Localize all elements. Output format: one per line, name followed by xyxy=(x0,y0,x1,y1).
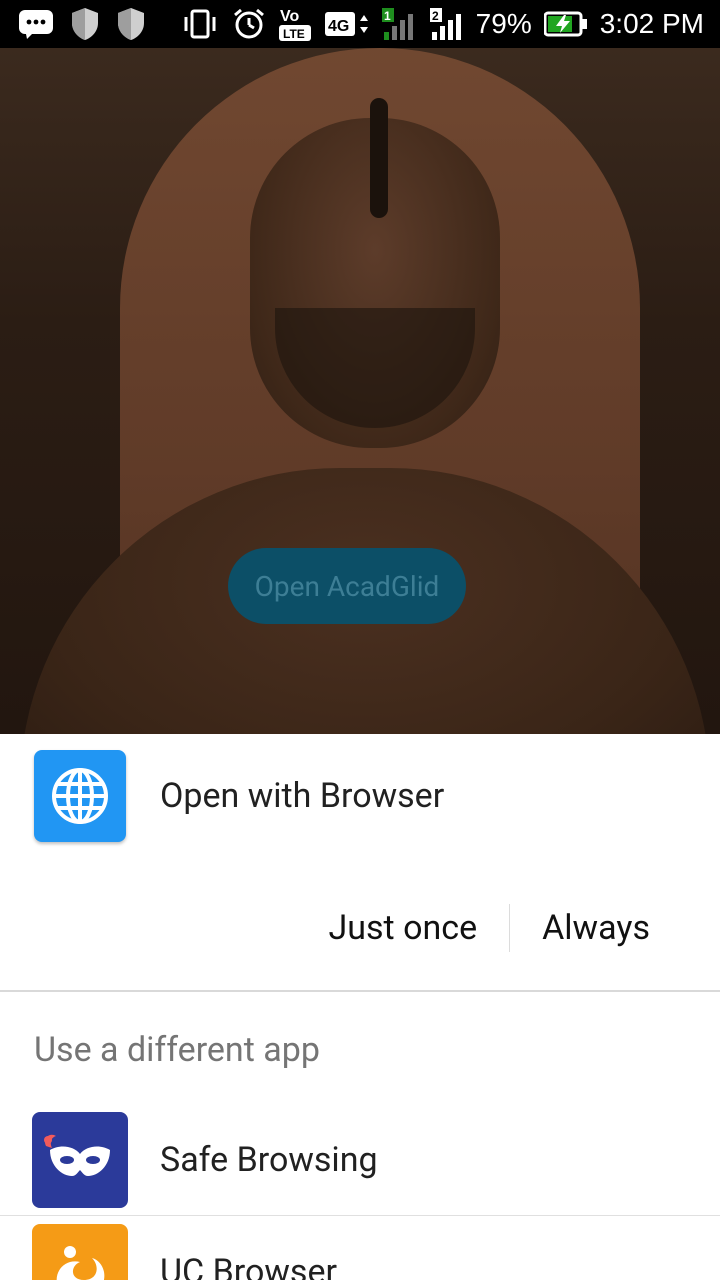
list-item-safe-browsing[interactable]: Safe Browsing xyxy=(0,1104,720,1216)
primary-app-row[interactable]: Open with Browser xyxy=(0,734,720,858)
svg-text:1: 1 xyxy=(384,9,391,23)
message-icon xyxy=(18,9,54,39)
background-photo: Open AcadGlid xyxy=(0,48,720,734)
list-item-uc-browser[interactable]: UC Browser xyxy=(0,1216,720,1280)
mask-icon xyxy=(32,1111,128,1208)
clock-time: 3:02 PM xyxy=(599,8,704,39)
squirrel-icon xyxy=(32,1224,128,1280)
svg-text:LTE: LTE xyxy=(283,27,305,41)
always-button[interactable]: Always xyxy=(526,908,666,948)
battery-percent: 79% xyxy=(475,8,532,39)
just-once-button[interactable]: Just once xyxy=(313,908,494,948)
shield-icon-2 xyxy=(116,7,146,41)
volte-icon: Vo LTE xyxy=(278,5,312,43)
action-bar: Just once Always xyxy=(0,884,720,972)
primary-app-label: Open with Browser xyxy=(160,776,445,816)
battery-charging-icon xyxy=(543,10,588,38)
network-4g-icon: 4G xyxy=(324,9,368,39)
svg-text:4G: 4G xyxy=(328,18,349,35)
signal-sim2-icon: 2 xyxy=(428,6,464,42)
forehead-mark xyxy=(370,98,388,218)
uc-browser-label: UC Browser xyxy=(160,1252,338,1280)
status-bar: Vo LTE 4G 1 2 79% 3:02 PM xyxy=(0,0,720,48)
action-divider xyxy=(509,904,511,952)
open-with-sheet: Open with Browser Just once Always Use a… xyxy=(0,734,720,1280)
signal-sim1-icon: 1 xyxy=(380,6,416,42)
vibrate-icon xyxy=(180,9,220,39)
open-acadglid-button[interactable]: Open AcadGlid xyxy=(228,548,466,624)
shield-icon xyxy=(70,7,100,41)
browser-globe-icon xyxy=(34,750,126,842)
svg-text:2: 2 xyxy=(432,9,439,23)
safe-browsing-label: Safe Browsing xyxy=(160,1139,378,1180)
svg-text:Vo: Vo xyxy=(280,8,299,25)
app-list: Safe Browsing UC Browser xyxy=(0,1104,720,1280)
section-divider xyxy=(0,990,720,992)
section-title: Use a different app xyxy=(34,1030,320,1070)
alarm-icon xyxy=(232,7,266,41)
